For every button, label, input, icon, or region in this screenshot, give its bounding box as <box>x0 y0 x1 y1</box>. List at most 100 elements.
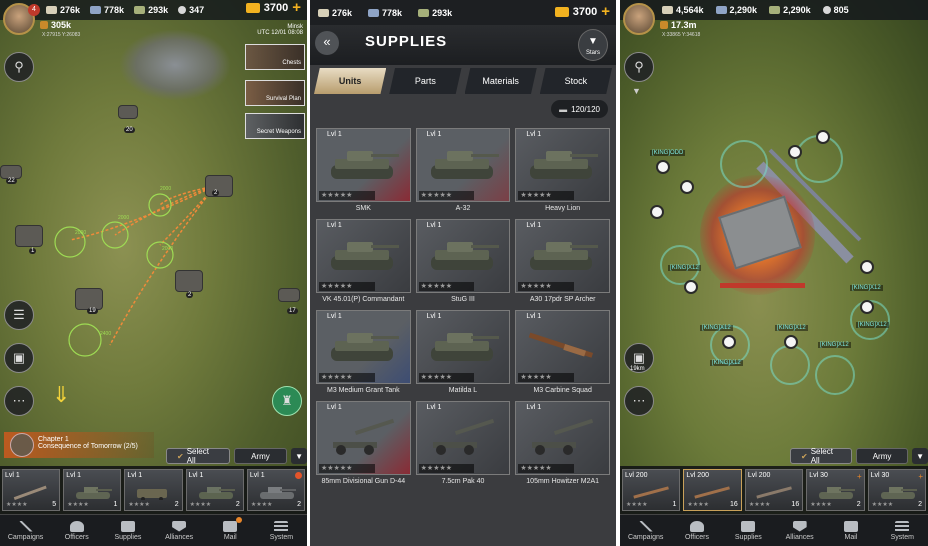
outpost[interactable] <box>75 288 103 310</box>
supply-item[interactable]: Lvl 1 ★★★★★ VK 45.01(P) Commandant <box>316 219 411 306</box>
tab-materials[interactable]: Materials <box>464 68 537 94</box>
supply-card[interactable]: Lvl 1 ★★★★★ <box>316 401 411 475</box>
add-gold-icon[interactable]: + <box>292 0 301 15</box>
clipboard-button[interactable]: ☰ <box>4 300 34 330</box>
supply-card[interactable]: Lvl 1 ★★★★★ <box>415 401 511 475</box>
supply-card[interactable]: Lvl 1 ★★★★★ <box>515 128 610 202</box>
collapse-chevron-icon[interactable]: ⇓ <box>52 382 70 408</box>
supply-item[interactable]: Lvl 1 ★★★★★ SMK <box>316 128 411 215</box>
supply-card[interactable]: Lvl 1 ★★★★★ <box>316 219 411 293</box>
search-button[interactable]: ⚲ <box>4 52 34 82</box>
chests-button[interactable]: Chests <box>245 44 305 70</box>
avatar[interactable] <box>623 3 655 35</box>
coordinates[interactable]: X:27915 Y:26083 <box>42 32 80 38</box>
oil-resource[interactable]: 293k <box>134 5 168 15</box>
supply-card[interactable]: Lvl 1 ★★★★★ <box>515 310 610 384</box>
map-unit[interactable] <box>784 335 798 349</box>
supply-item[interactable]: Lvl 1 ★★★★★ M3 Carbine Squad <box>515 310 610 397</box>
nav-system[interactable]: System <box>877 515 928 546</box>
supply-card[interactable]: Lvl 1 ★★★★★ <box>415 310 511 384</box>
map-unit[interactable] <box>722 335 736 349</box>
supply-card[interactable]: Lvl 1 ★★★★★ <box>515 219 610 293</box>
supply-card[interactable]: Lvl 1 ★★★★★ <box>415 219 511 293</box>
supply-item[interactable]: Lvl 1 ★★★★★ Heavy Lion <box>515 128 610 215</box>
chat-button[interactable]: ⋯ <box>4 386 34 416</box>
misc-resource[interactable]: 347 <box>178 5 204 15</box>
nav-officers[interactable]: Officers <box>671 515 722 546</box>
unit-card[interactable]: Lvl 30 + ★★★★ 2 <box>867 469 927 511</box>
tab-stock[interactable]: Stock <box>539 68 612 94</box>
map-unit[interactable] <box>860 260 874 274</box>
nav-supplies[interactable]: Supplies <box>102 515 153 546</box>
expand-chevron-icon[interactable]: ▼ <box>632 86 641 96</box>
survival-plan-button[interactable]: Survival Plan <box>245 80 305 106</box>
oil-resource[interactable]: 293k <box>418 8 452 18</box>
chapter-banner[interactable]: Chapter 1 Consequence of Tomorrow (2/5) <box>4 432 154 458</box>
unit-card[interactable]: Lvl 200 ★★★★ 1 <box>622 469 681 511</box>
tab-parts[interactable]: Parts <box>389 68 462 94</box>
map-unit[interactable] <box>680 180 694 194</box>
building-button[interactable]: ▣ <box>4 343 34 373</box>
supply-item[interactable]: Lvl 1 ★★★★★ 105mm Howitzer M2A1 <box>515 401 610 488</box>
nav-campaigns[interactable]: Campaigns <box>0 515 51 546</box>
outpost[interactable] <box>0 165 22 179</box>
secret-weapons-button[interactable]: Secret Weapons <box>245 113 305 139</box>
nav-mail[interactable]: Mail <box>205 515 256 546</box>
supply-item[interactable]: Lvl 1 ★★★★★ 7.5cm Pak 40 <box>415 401 511 488</box>
unit-card[interactable]: Lvl 1 ★★★★ 2 <box>185 469 244 511</box>
nav-alliances[interactable]: Alliances <box>774 515 825 546</box>
unit-card[interactable]: Lvl 1 ★★★★ 5 <box>2 469 61 511</box>
iron-resource[interactable]: 778k <box>90 5 124 15</box>
iron-resource[interactable]: 778k <box>368 8 402 18</box>
oil-resource[interactable]: 2,290k <box>769 5 811 15</box>
outpost[interactable] <box>118 105 138 119</box>
map-unit[interactable] <box>650 205 664 219</box>
iron-resource[interactable]: 2,290k <box>715 5 757 15</box>
steel-resource[interactable]: 276k <box>46 5 80 15</box>
army-button[interactable]: Army <box>233 448 288 464</box>
outpost[interactable] <box>278 288 300 302</box>
back-button[interactable]: « <box>315 31 339 55</box>
misc-resource[interactable]: 805 <box>822 5 849 15</box>
expand-chevron-icon[interactable]: ▼ <box>291 448 307 464</box>
enemy-base[interactable] <box>205 175 233 197</box>
tab-units[interactable]: Units <box>314 68 387 94</box>
map-unit[interactable] <box>860 300 874 314</box>
gold-counter[interactable]: 3700 + <box>554 4 610 19</box>
add-gold-icon[interactable]: + <box>601 4 610 19</box>
base-button[interactable]: ♜ <box>272 386 302 416</box>
supply-item[interactable]: Lvl 1 ★★★★★ M3 Medium Grant Tank <box>316 310 411 397</box>
supply-item[interactable]: Lvl 1 ★★★★★ 85mm Divisional Gun D-44 <box>316 401 411 488</box>
supply-card[interactable]: Lvl 1 ★★★★★ <box>515 401 610 475</box>
stars-filter-button[interactable]: ▼ Stars <box>578 29 608 61</box>
supply-item[interactable]: Lvl 1 ★★★★★ A30 17pdr SP Archer <box>515 219 610 306</box>
nav-alliances[interactable]: Alliances <box>154 515 205 546</box>
supply-item[interactable]: Lvl 1 ★★★★★ Matilda L <box>415 310 511 397</box>
army-button[interactable]: Army <box>856 448 909 464</box>
nav-officers[interactable]: Officers <box>51 515 102 546</box>
player-base[interactable] <box>15 225 43 247</box>
steel-resource[interactable]: 276k <box>318 8 352 18</box>
unit-card[interactable]: Lvl 30 + ★★★★ 2 <box>806 469 865 511</box>
supply-item[interactable]: Lvl 1 ★★★★★ StuG III <box>415 219 511 306</box>
unit-card[interactable]: Lvl 200 ★★★★ 16 <box>683 469 742 511</box>
chat-button[interactable]: ⋯ <box>624 386 654 416</box>
coordinates[interactable]: X:33865 Y:34618 <box>662 32 700 38</box>
outpost[interactable] <box>175 270 203 292</box>
unit-card[interactable]: Lvl 1 ★★★★ 2 <box>124 469 183 511</box>
unit-card[interactable]: Lvl 200 ★★★★ 16 <box>744 469 804 511</box>
expand-chevron-icon[interactable]: ▼ <box>912 448 928 464</box>
nav-supplies[interactable]: Supplies <box>723 515 774 546</box>
search-button[interactable]: ⚲ <box>624 52 654 82</box>
map-unit[interactable] <box>656 160 670 174</box>
map-unit[interactable] <box>788 145 802 159</box>
steel-resource[interactable]: 4,564k <box>662 5 704 15</box>
unit-card[interactable]: Lvl 1 ★★★★ 1 <box>63 469 122 511</box>
supply-card[interactable]: Lvl 1 ★★★★★ <box>415 128 511 202</box>
supply-card[interactable]: Lvl 1 ★★★★★ <box>316 310 411 384</box>
nav-campaigns[interactable]: Campaigns <box>620 515 671 546</box>
select-all-button[interactable]: ✔ Select All <box>166 447 230 465</box>
select-all-button[interactable]: ✔ Select All <box>790 447 853 465</box>
supply-item[interactable]: Lvl 1 ★★★★★ A-32 <box>415 128 511 215</box>
nav-system[interactable]: System <box>256 515 307 546</box>
